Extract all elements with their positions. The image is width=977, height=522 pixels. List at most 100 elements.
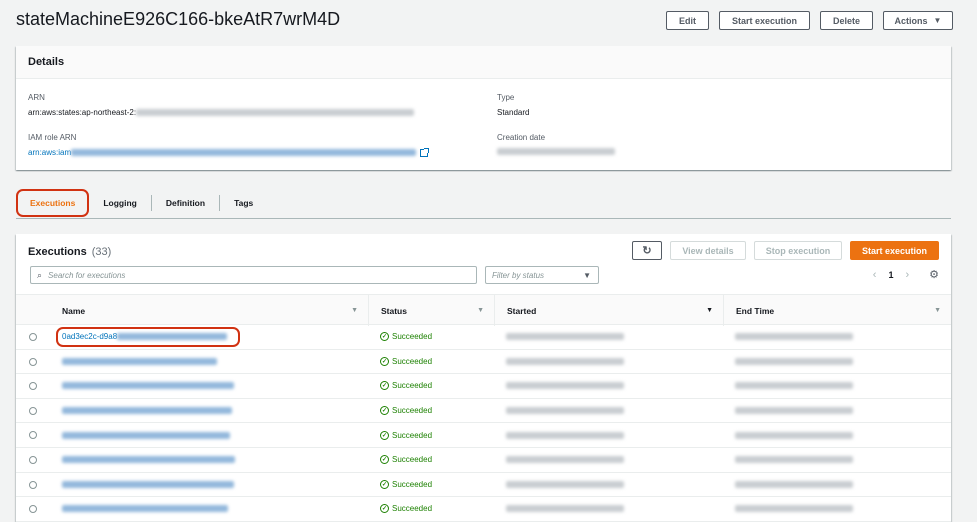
previous-page-icon[interactable]: ‹ [873, 269, 877, 281]
status-badge: ✓ Succeeded [380, 406, 433, 416]
tab-tags[interactable]: Tags [220, 195, 267, 211]
table-row[interactable]: ✓ Succeeded [16, 399, 951, 424]
tab-definition[interactable]: Definition [152, 194, 221, 211]
details-heading: Details [16, 46, 951, 79]
execution-name-link[interactable] [62, 350, 217, 374]
redacted-execution-name[interactable] [62, 456, 235, 464]
success-check-icon: ✓ [380, 455, 389, 465]
start-execution-button[interactable]: Start execution [718, 11, 810, 30]
end-time [735, 473, 853, 497]
status-badge: ✓ Succeeded [380, 332, 433, 342]
status-badge: ✓ Succeeded [380, 504, 433, 514]
execution-name-link[interactable] [62, 423, 230, 447]
redacted-execution-name[interactable] [62, 382, 234, 390]
edit-button[interactable]: Edit [665, 11, 709, 30]
success-check-icon: ✓ [380, 381, 389, 391]
tab-bar: Executions Logging Definition Tags [16, 187, 951, 219]
table-row[interactable]: ✓ Succeeded [16, 350, 951, 375]
table-row[interactable]: ✓ Succeeded [16, 423, 951, 448]
table-row[interactable]: ✓ Succeeded [16, 473, 951, 498]
sort-caret-icon[interactable]: ▼ [934, 307, 941, 314]
execution-name-link[interactable] [62, 448, 235, 472]
arn-field: ARN arn:aws:states:ap-northeast-2: [28, 93, 415, 117]
search-input[interactable]: ⌕ Search for executions [30, 266, 477, 284]
status-badge: ✓ Succeeded [380, 455, 433, 465]
started-time [506, 423, 624, 447]
execution-name-link[interactable] [62, 374, 234, 398]
row-select-radio[interactable] [29, 382, 37, 391]
caret-down-icon: ▼ [933, 16, 942, 25]
iam-role-field: IAM role ARN arn:aws:iam [28, 133, 430, 157]
sort-caret-icon[interactable]: ▼ [351, 307, 358, 314]
started-time [506, 399, 624, 423]
redacted-execution-name[interactable] [62, 431, 230, 439]
sort-caret-icon[interactable]: ▼ [477, 307, 484, 314]
view-details-button[interactable]: View details [670, 241, 746, 260]
table-row[interactable]: 0ad3ec2c-d9a8 ✓ Succeeded [16, 325, 951, 350]
redacted-execution-name[interactable] [62, 357, 217, 365]
end-time [735, 399, 853, 423]
creation-date-label: Creation date [497, 133, 546, 142]
table-row[interactable]: ✓ Succeeded [16, 448, 951, 473]
executions-heading: Executions (33) [28, 246, 112, 258]
column-started[interactable]: Started ▼ [494, 295, 723, 326]
row-select-radio[interactable] [29, 505, 37, 514]
tab-logging[interactable]: Logging [89, 194, 152, 211]
row-select-radio[interactable] [29, 456, 37, 464]
executions-panel: Executions (33) ↻ View details Stop exec… [16, 234, 951, 522]
redacted-execution-name[interactable] [62, 407, 232, 415]
search-placeholder: Search for executions [48, 270, 126, 280]
started-time [506, 325, 624, 349]
success-check-icon: ✓ [380, 504, 389, 514]
row-select-radio[interactable] [29, 480, 37, 489]
execution-name-link[interactable] [62, 399, 232, 423]
top-actions: Edit Start execution Delete Actions ▼ [665, 11, 953, 30]
redacted-execution-name[interactable] [62, 505, 228, 513]
table-row[interactable]: ✓ Succeeded [16, 497, 951, 522]
column-end-time[interactable]: End Time ▼ [723, 295, 951, 326]
end-time [735, 325, 853, 349]
iam-role-label: IAM role ARN [28, 133, 77, 142]
status-filter-select[interactable]: Filter by status ▼ [485, 266, 599, 284]
status-badge: ✓ Succeeded [380, 479, 433, 489]
page-title: stateMachineE926C166-bkeAtR7wrM4D [16, 9, 341, 29]
refresh-button[interactable]: ↻ [632, 241, 662, 260]
redacted-iam-arn[interactable] [71, 149, 417, 156]
tab-executions[interactable]: Executions [16, 188, 90, 217]
table-header: Name ▼ Status ▼ Started ▼ End Time ▼ [16, 294, 951, 326]
type-value: Standard [497, 108, 530, 117]
redacted-execution-name[interactable] [62, 480, 234, 488]
column-status[interactable]: Status ▼ [368, 295, 494, 326]
success-check-icon: ✓ [380, 356, 389, 366]
table-row[interactable]: ✓ Succeeded [16, 374, 951, 399]
current-page[interactable]: 1 [888, 270, 893, 280]
status-badge: ✓ Succeeded [380, 430, 433, 440]
next-page-icon[interactable]: › [905, 269, 909, 281]
started-time [506, 497, 624, 521]
end-time [735, 497, 853, 521]
gear-icon[interactable]: ⚙ [929, 268, 939, 281]
start-execution-primary-button[interactable]: Start execution [850, 241, 939, 260]
success-check-icon: ✓ [380, 479, 389, 489]
end-time [735, 448, 853, 472]
row-select-radio[interactable] [29, 333, 37, 341]
creation-date-field: Creation date [497, 133, 615, 155]
column-name[interactable]: Name ▼ [50, 295, 368, 326]
iam-role-value[interactable]: arn:aws:iam [28, 147, 430, 157]
row-select-radio[interactable] [29, 431, 37, 440]
delete-button[interactable]: Delete [819, 11, 873, 30]
row-select-radio[interactable] [29, 357, 37, 366]
pagination: ‹ 1 › ⚙ [873, 268, 939, 282]
external-link-icon[interactable] [420, 147, 430, 157]
executions-count: (33) [91, 246, 112, 258]
actions-dropdown[interactable]: Actions ▼ [883, 11, 953, 30]
highlight-outline [56, 327, 240, 347]
sort-caret-icon[interactable]: ▼ [706, 307, 713, 314]
row-select-radio[interactable] [29, 406, 37, 415]
arn-label: ARN [28, 93, 45, 102]
actions-label: Actions [894, 15, 928, 26]
execution-name-link[interactable] [62, 473, 234, 497]
stop-execution-button[interactable]: Stop execution [754, 241, 842, 260]
execution-name-link[interactable] [62, 497, 228, 521]
type-label: Type [497, 93, 515, 102]
